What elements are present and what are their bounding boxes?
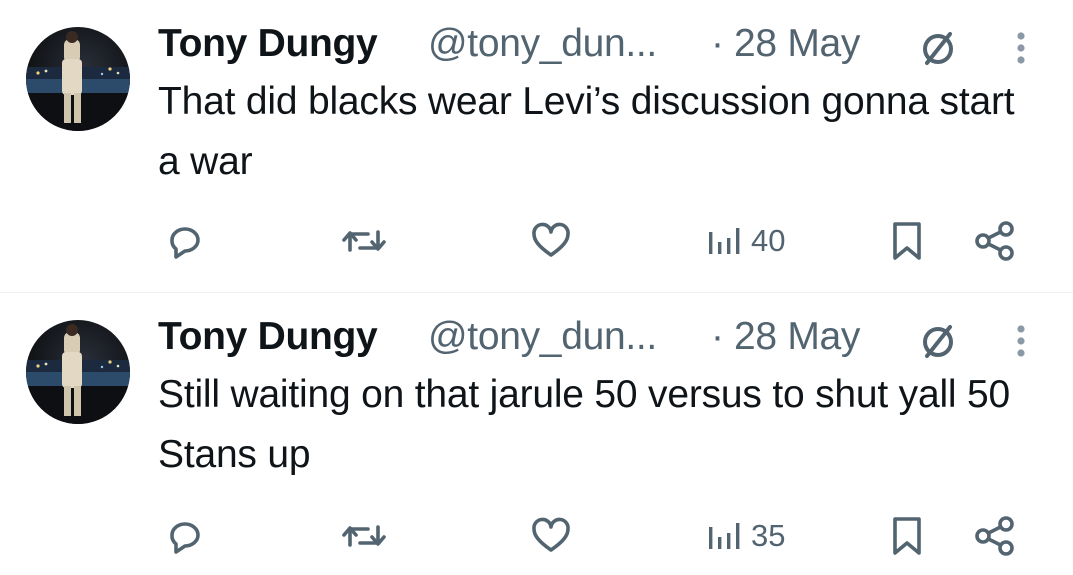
reply-button[interactable] — [162, 507, 208, 565]
header-separator: · — [711, 315, 724, 358]
share-button[interactable] — [972, 212, 1018, 270]
views-count: 35 — [751, 518, 786, 553]
retweet-icon — [338, 218, 390, 264]
views-button[interactable]: 40 — [705, 212, 785, 270]
tweet-header: Tony Dungy @tony_dun... · 28 May — [158, 311, 1038, 363]
avatar[interactable] — [26, 27, 130, 131]
retweet-button[interactable] — [338, 212, 390, 270]
tweet-date[interactable]: 28 May — [734, 315, 860, 359]
no-edit-icon — [916, 26, 960, 70]
like-button[interactable] — [528, 212, 574, 270]
action-bar: 40 — [0, 212, 1073, 270]
tweet-header: Tony Dungy @tony_dun... · 28 May — [158, 18, 1038, 70]
no-edit-icon — [916, 319, 960, 363]
author-handle[interactable]: @tony_dun... — [428, 315, 657, 359]
share-icon — [972, 218, 1018, 264]
author-name[interactable]: Tony Dungy — [158, 22, 378, 66]
views-icon — [705, 513, 745, 559]
tweet-date[interactable]: 28 May — [734, 22, 860, 66]
views-icon — [705, 218, 745, 264]
header-separator: · — [711, 22, 724, 65]
action-bar: 35 — [0, 507, 1073, 565]
tweet-card[interactable]: Tony Dungy @tony_dun... · 28 May Still w… — [0, 293, 1073, 575]
bookmark-button[interactable] — [887, 507, 927, 565]
author-name[interactable]: Tony Dungy — [158, 315, 378, 359]
more-vertical-icon[interactable] — [1006, 317, 1036, 361]
retweet-button[interactable] — [338, 507, 390, 565]
tweet-text: Still waiting on that jarule 50 versus t… — [158, 373, 1010, 476]
bookmark-button[interactable] — [887, 212, 927, 270]
bookmark-icon — [887, 218, 927, 264]
views-count: 40 — [751, 223, 786, 258]
heart-icon — [528, 218, 574, 264]
retweet-icon — [338, 513, 390, 559]
bookmark-icon — [887, 513, 927, 559]
tweet-card[interactable]: Tony Dungy @tony_dun... · 28 May That di… — [0, 0, 1073, 292]
share-button[interactable] — [972, 507, 1018, 565]
reply-icon — [162, 218, 208, 264]
heart-icon — [528, 513, 574, 559]
avatar[interactable] — [26, 320, 130, 424]
reply-icon — [162, 513, 208, 559]
views-button[interactable]: 35 — [705, 507, 785, 565]
like-button[interactable] — [528, 507, 574, 565]
author-handle[interactable]: @tony_dun... — [428, 22, 657, 66]
share-icon — [972, 513, 1018, 559]
tweet-text: That did blacks wear Levi’s discussion g… — [158, 80, 1015, 183]
more-vertical-icon[interactable] — [1006, 24, 1036, 68]
reply-button[interactable] — [162, 212, 208, 270]
